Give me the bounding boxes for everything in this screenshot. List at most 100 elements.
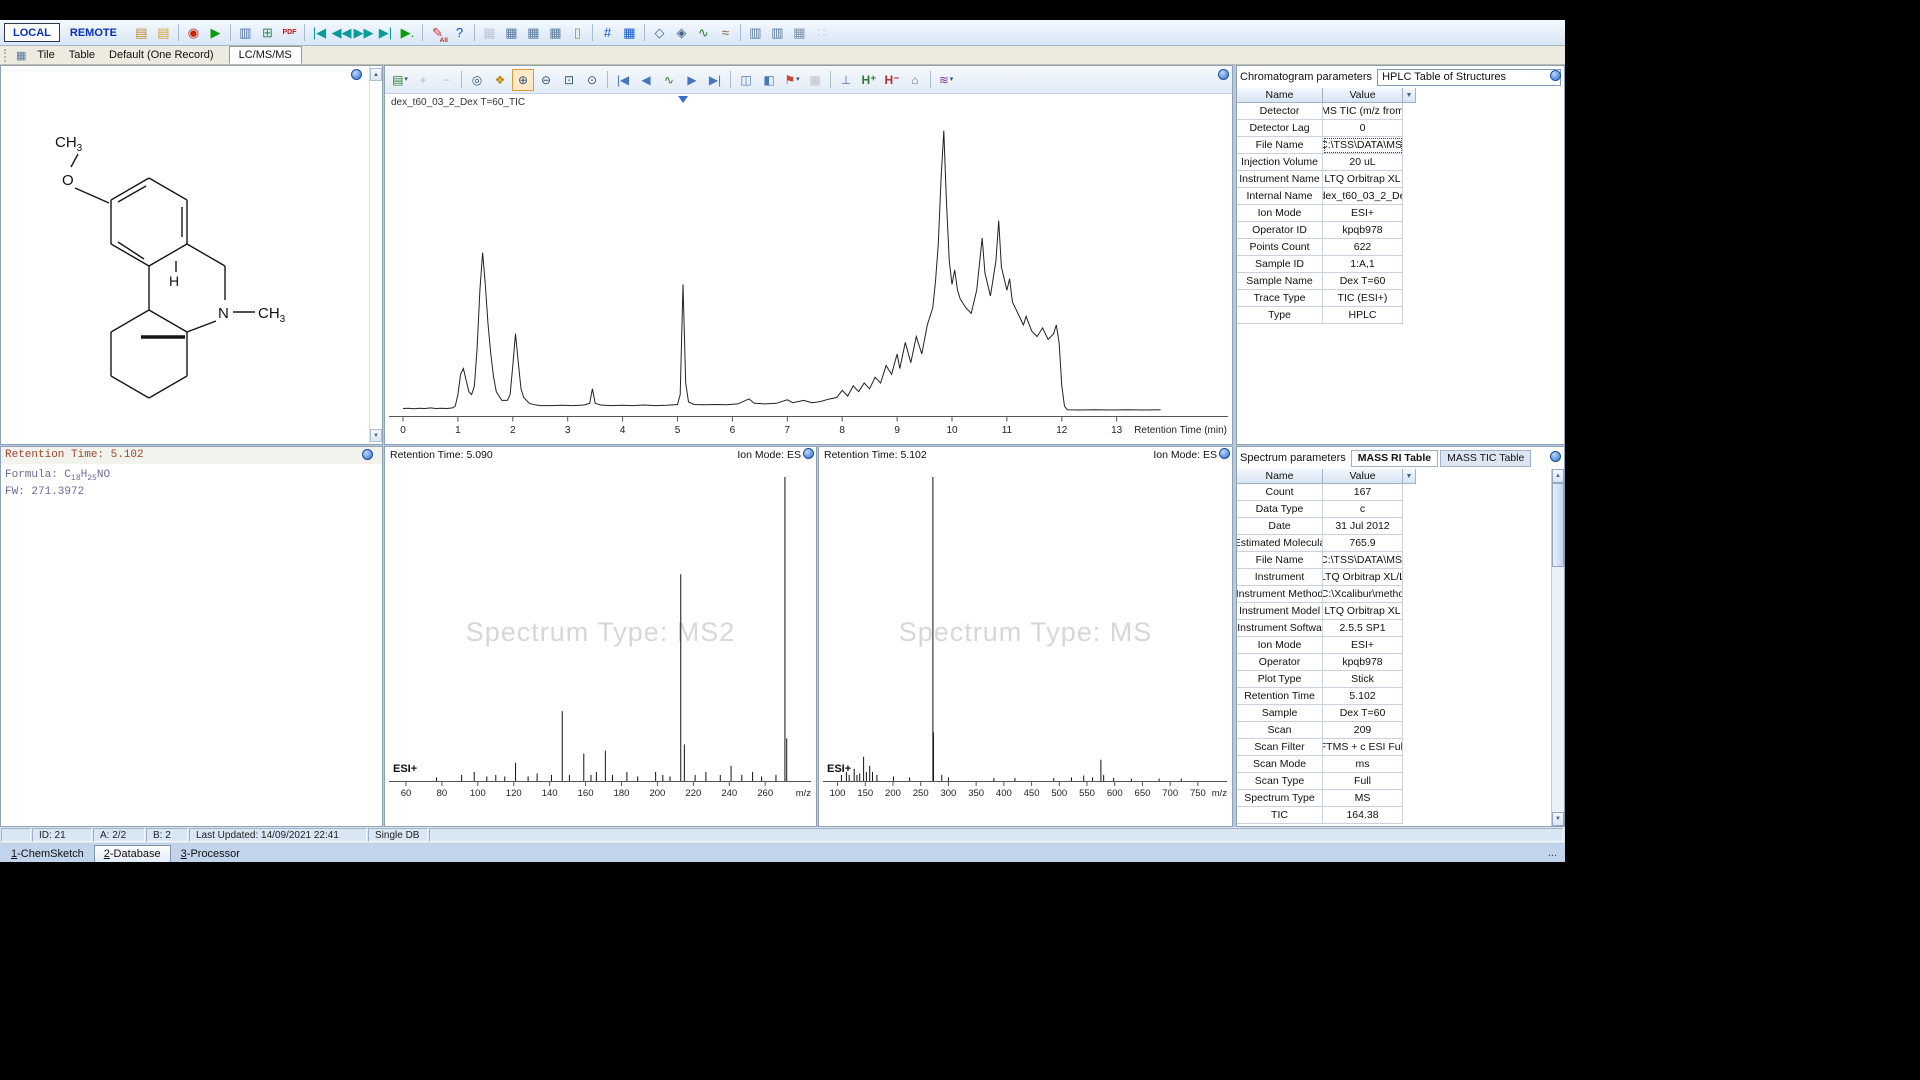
table-row[interactable]: Scan TypeFull [1237,773,1416,790]
panel-link-icon[interactable] [351,69,362,80]
param-name[interactable]: TIC [1237,807,1323,824]
db-append-icon[interactable]: ▦ [501,22,522,43]
param-value[interactable]: 622 [1323,239,1403,256]
save-database-icon[interactable]: ▤ [153,22,174,43]
protonate-icon[interactable]: H⁺ [858,69,880,91]
param-name[interactable]: Operator ID [1237,222,1323,239]
param-name[interactable]: Points Count [1237,239,1323,256]
param-name[interactable]: Ion Mode [1237,205,1323,222]
peak-label-icon[interactable]: ⊥ [835,69,857,91]
local-button[interactable]: LOCAL [4,23,60,42]
param-name[interactable]: Date [1237,518,1323,535]
ms-spectrum-plot[interactable]: 1001502002503003504004505005506006507007… [819,463,1232,821]
zoom-out-icon[interactable]: ⊖ [535,69,557,91]
panel-link-icon[interactable] [1219,448,1230,459]
panel-link-icon[interactable] [362,449,373,460]
table-view-1-icon[interactable]: ▥ [745,22,766,43]
param-name[interactable]: Detector [1237,103,1323,120]
table-row[interactable]: Count167 [1237,484,1416,501]
db-search-icon[interactable]: ▦ [523,22,544,43]
zoom-box-icon[interactable]: ⊡ [558,69,580,91]
table-row[interactable]: Scan209 [1237,722,1416,739]
table-of-records-icon[interactable]: ▦ [619,22,640,43]
param-name[interactable]: Injection Volume [1237,154,1323,171]
panel-link-icon[interactable] [1550,451,1561,462]
print-icon[interactable]: ▥ [235,22,256,43]
last-record-icon[interactable]: ▶| [375,22,396,43]
param-name[interactable]: Data Type [1237,501,1323,518]
param-value[interactable]: 1:A,1 [1323,256,1403,273]
view-item-tile[interactable]: Tile [30,48,61,62]
param-name[interactable]: Retention Time [1237,688,1323,705]
param-name[interactable]: Detector Lag [1237,120,1323,137]
table-row[interactable]: Spectrum TypeMS [1237,790,1416,807]
table-row[interactable]: Internal Namedex_t60_03_2_De [1237,188,1416,205]
table-row[interactable]: Instrument MethodC:\Xcalibur\metho [1237,586,1416,603]
structure-search-icon[interactable]: ◇ [649,22,670,43]
param-name[interactable]: Count [1237,484,1323,501]
param-value[interactable]: dex_t60_03_2_De [1323,188,1403,205]
view-item-table[interactable]: Table [62,48,102,62]
column-header-name[interactable]: Name [1237,88,1323,103]
param-value[interactable]: 765.9 [1323,535,1403,552]
param-name[interactable]: File Name [1237,552,1323,569]
module-tab--processor[interactable]: 3-Processor [172,845,249,862]
table-view-2-icon[interactable]: ▥ [767,22,788,43]
param-value[interactable]: TIC (ESI+) [1323,290,1403,307]
tab-lcmsms[interactable]: LC/MS/MS [229,46,302,64]
export-pdf-icon[interactable]: PDF [279,22,300,43]
param-name[interactable]: Sample [1237,705,1323,722]
param-name[interactable]: Instrument Method [1237,586,1323,603]
next-record-icon[interactable]: ▶▶ [353,22,374,43]
table-row[interactable]: Ion ModeESI+ [1237,205,1416,222]
tab-mass-ri-table[interactable]: MASS RI Table [1351,450,1438,467]
trace-mode-icon[interactable]: ▤▾ [389,69,411,91]
scroll-down-icon[interactable]: ▼ [370,429,382,442]
tic-chromatogram-plot[interactable]: 012345678910111213Retention Time (min) [385,94,1232,444]
param-value[interactable]: kpqb978 [1323,222,1403,239]
panel-link-icon[interactable] [1550,70,1561,81]
module-tab--database[interactable]: 2-Database [94,845,171,862]
param-value[interactable]: ESI+ [1323,205,1403,222]
param-value[interactable]: C:\Xcalibur\metho [1323,586,1403,603]
param-name[interactable]: Sample Name [1237,273,1323,290]
param-value[interactable]: LTQ Orbitrap XL [1323,171,1403,188]
table-row[interactable]: Instrument Softwa2.5.5 SP1 [1237,620,1416,637]
prev-record-icon[interactable]: ◀◀ [331,22,352,43]
table-row[interactable]: Plot TypeStick [1237,671,1416,688]
find-mass-icon[interactable]: ◎ [466,69,488,91]
param-name[interactable]: Scan Filter [1237,739,1323,756]
param-value[interactable]: Dex T=60 [1323,273,1403,290]
panel-link-icon[interactable] [803,448,814,459]
table-scrollbar[interactable]: ▲ ▼ [1551,469,1564,826]
table-row[interactable]: Detector Lag0 [1237,120,1416,137]
param-value[interactable]: MS [1323,790,1403,807]
param-value[interactable]: Dex T=60 [1323,705,1403,722]
table-row[interactable]: TypeHPLC [1237,307,1416,324]
table-row[interactable]: Data Typec [1237,501,1416,518]
table-row[interactable]: Sample ID1:A,1 [1237,256,1416,273]
open-database-icon[interactable]: ▤ [131,22,152,43]
param-name[interactable]: Type [1237,307,1323,324]
param-value[interactable]: LTQ Orbitrap XL/L [1323,569,1403,586]
next-peak-icon[interactable]: ▶ [681,69,703,91]
dual-view-icon[interactable]: ◫ [735,69,757,91]
param-value[interactable]: 0 [1323,120,1403,137]
param-value[interactable]: 2.5.5 SP1 [1323,620,1403,637]
scroll-down-icon[interactable]: ▼ [1552,812,1564,826]
table-row[interactable]: File NameC:\TSS\DATA\MS\ [1237,552,1416,569]
edit-all-icon[interactable]: ✎All [427,22,448,43]
param-name[interactable]: Trace Type [1237,290,1323,307]
zoom-in-icon[interactable]: ⊕ [512,69,534,91]
curve-view-icon[interactable]: ≈ [715,22,736,43]
prev-peak-icon[interactable]: ◀ [635,69,657,91]
table-row[interactable]: InstrumentLTQ Orbitrap XL/L [1237,569,1416,586]
param-name[interactable]: Scan Type [1237,773,1323,790]
filter-icon[interactable]: ▼ [1403,88,1416,103]
scroll-up-icon[interactable]: ▲ [370,68,382,81]
param-value[interactable]: c [1323,501,1403,518]
ms2-spectrum-plot[interactable]: 6080100120140160180200220240260m/z [385,463,816,821]
table-row[interactable]: Ion ModeESI+ [1237,637,1416,654]
param-value[interactable]: kpqb978 [1323,654,1403,671]
column-header-value[interactable]: Value [1323,88,1403,103]
